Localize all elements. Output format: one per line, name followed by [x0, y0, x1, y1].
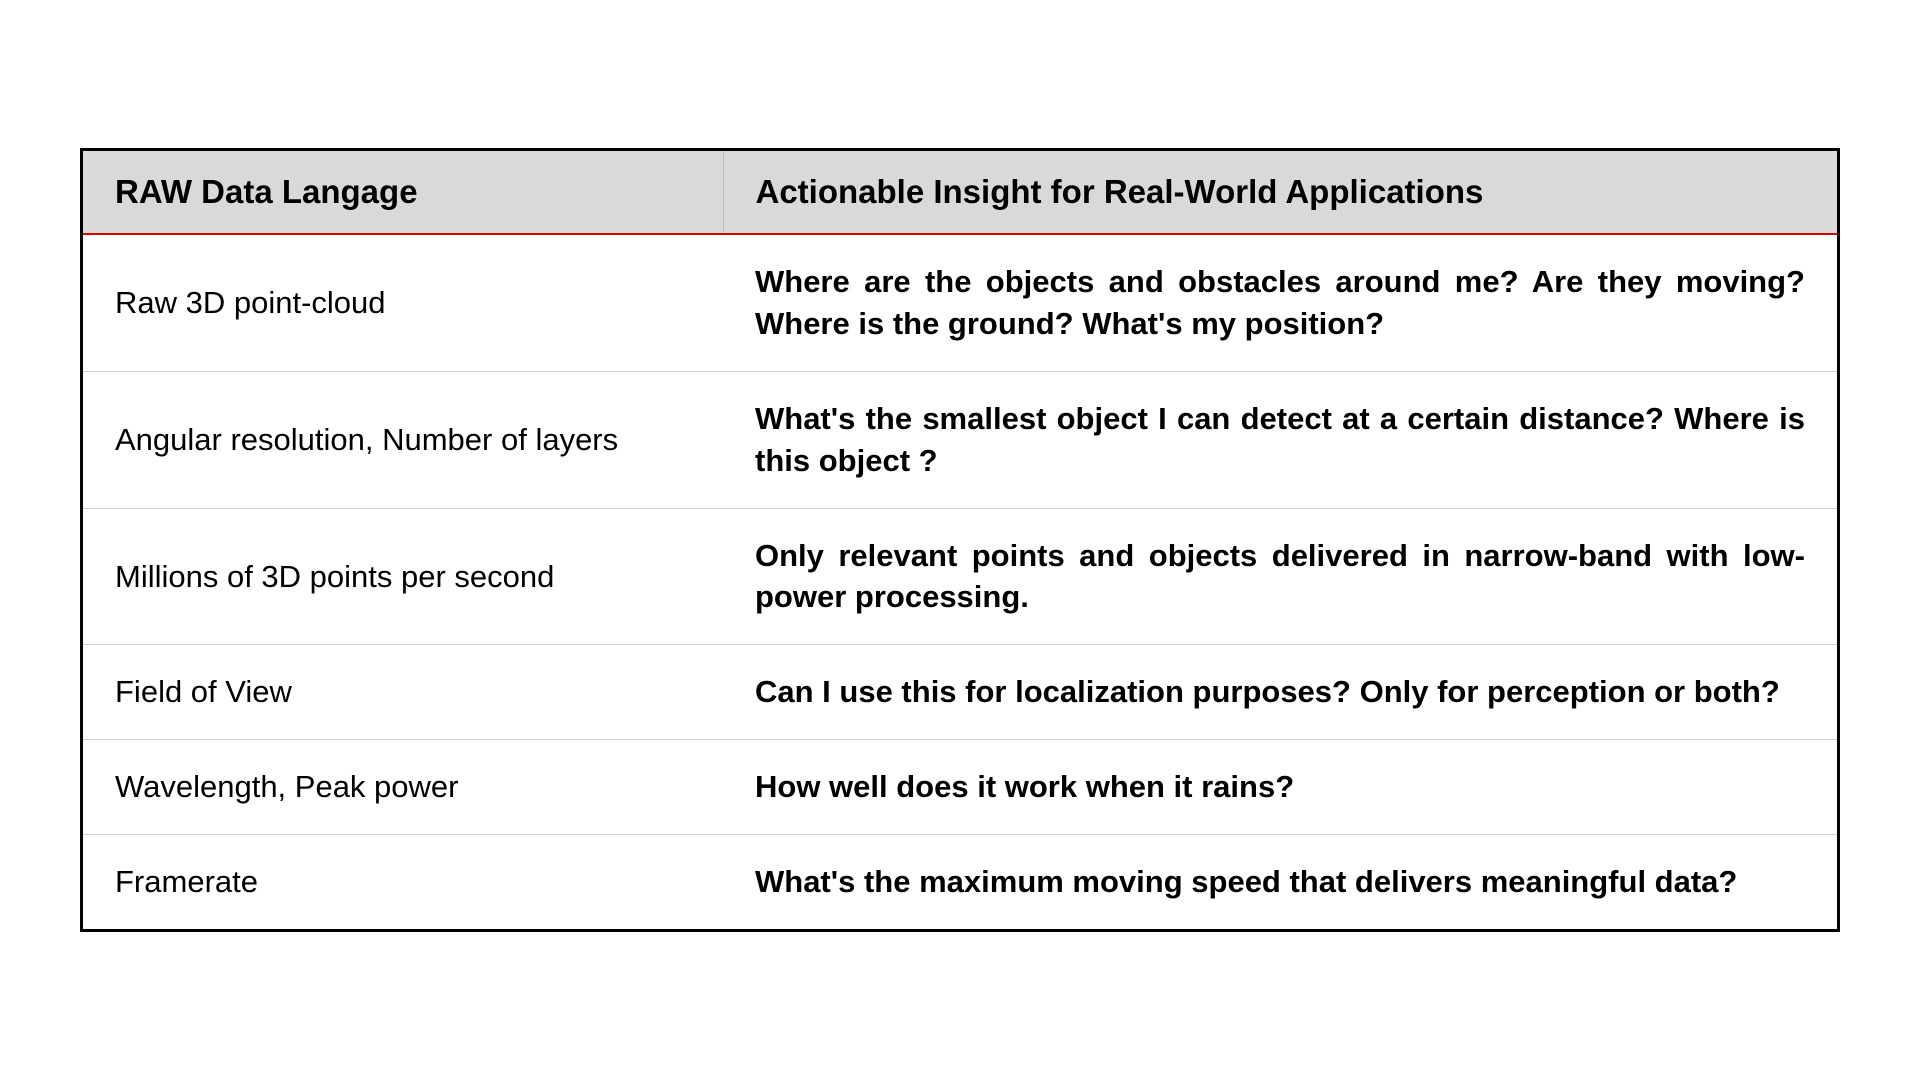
cell-raw: Millions of 3D points per second: [83, 508, 723, 645]
comparison-table: RAW Data Langage Actionable Insight for …: [80, 148, 1840, 932]
table: RAW Data Langage Actionable Insight for …: [83, 151, 1837, 929]
cell-insight: Only relevant points and objects deliver…: [723, 508, 1837, 645]
cell-insight: What's the smallest object I can detect …: [723, 371, 1837, 508]
cell-raw: Field of View: [83, 645, 723, 740]
cell-raw: Angular resolution, Number of layers: [83, 371, 723, 508]
table-row: Raw 3D point-cloud Where are the objects…: [83, 234, 1837, 371]
table-header-row: RAW Data Langage Actionable Insight for …: [83, 151, 1837, 234]
cell-raw: Wavelength, Peak power: [83, 740, 723, 835]
table-row: Framerate What's the maximum moving spee…: [83, 834, 1837, 928]
table-row: Angular resolution, Number of layers Wha…: [83, 371, 1837, 508]
table-row: Field of View Can I use this for localiz…: [83, 645, 1837, 740]
cell-insight: What's the maximum moving speed that del…: [723, 834, 1837, 928]
table-row: Millions of 3D points per second Only re…: [83, 508, 1837, 645]
cell-raw: Framerate: [83, 834, 723, 928]
cell-insight: Where are the objects and obstacles arou…: [723, 234, 1837, 371]
header-raw-data: RAW Data Langage: [83, 151, 723, 234]
table-row: Wavelength, Peak power How well does it …: [83, 740, 1837, 835]
cell-insight: Can I use this for localization purposes…: [723, 645, 1837, 740]
cell-raw: Raw 3D point-cloud: [83, 234, 723, 371]
cell-insight: How well does it work when it rains?: [723, 740, 1837, 835]
header-insight: Actionable Insight for Real-World Applic…: [723, 151, 1837, 234]
